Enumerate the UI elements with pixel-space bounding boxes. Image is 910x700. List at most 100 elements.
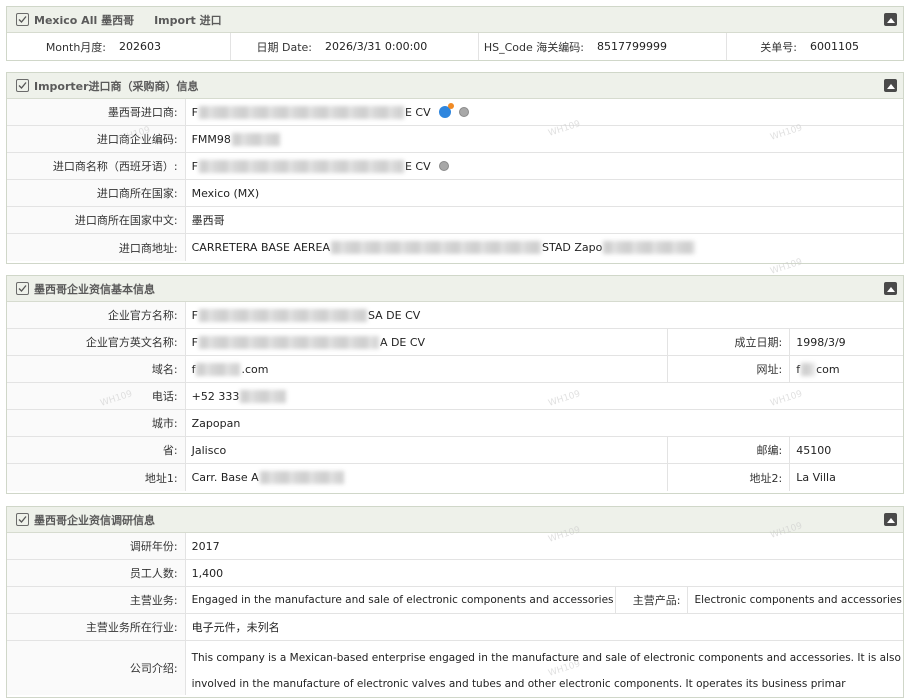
customs-no-value: 6001105: [810, 40, 859, 53]
importer-name-label: 墨西哥进口商:: [7, 99, 185, 125]
redacted-block: [801, 362, 816, 376]
redacted-block: [603, 241, 696, 254]
official-en-name-value: F A DE CV: [184, 329, 668, 355]
credit-research-panel: 墨西哥企业资信调研信息 调研年份: 2017 员工人数: 1,400 主营业务:…: [6, 506, 904, 698]
official-name-row: 企业官方名称: F SA DE CV: [7, 302, 903, 329]
date-value: 2026/3/31 0:00:00: [319, 33, 479, 60]
employees-value: 1,400: [184, 560, 903, 586]
importer-country-cn-row: 进口商所在国家中文: 墨西哥: [7, 207, 903, 234]
globe-icon[interactable]: [458, 107, 469, 117]
official-en-name-prefix: F: [191, 335, 198, 349]
redacted-block: [240, 389, 287, 403]
panel-title: Mexico All 墨西哥: [34, 13, 135, 27]
checklist-icon: [16, 79, 29, 92]
research-year-value: 2017: [184, 533, 903, 559]
panel-title: 墨西哥企业资信调研信息: [34, 513, 155, 527]
importer-country-value: Mexico (MX): [184, 180, 903, 206]
redacted-block: [198, 335, 379, 349]
company-intro-value: This company is a Mexican-based enterpri…: [184, 641, 903, 695]
date-label: 日期 Date:: [231, 33, 319, 60]
importer-country-label: 进口商所在国家:: [7, 180, 185, 206]
postcode-label: 邮编:: [667, 437, 790, 463]
customs-no-label: 关单号:: [727, 33, 804, 60]
website-label: 网址:: [667, 356, 790, 382]
official-name-value: F SA DE CV: [184, 302, 903, 328]
company-intro-label: 公司介绍:: [7, 641, 185, 695]
collapse-icon[interactable]: [884, 513, 897, 526]
credit-basic-panel-header: 墨西哥企业资信基本信息: [7, 276, 903, 302]
main-products-label: 主营产品:: [615, 587, 688, 613]
website-prefix: f: [796, 362, 801, 376]
official-en-name-label: 企业官方英文名称:: [7, 329, 185, 355]
month-label: Month月度:: [7, 33, 113, 60]
checklist-icon: [16, 13, 29, 26]
month-value: 202603: [113, 33, 231, 60]
official-en-name-suffix: A DE CV: [379, 335, 426, 349]
phone-label: 电话:: [7, 383, 185, 409]
city-row: 城市: Zapopan: [7, 410, 903, 437]
domain-label: 域名:: [7, 356, 185, 382]
credit-basic-panel: 墨西哥企业资信基本信息 企业官方名称: F SA DE CV 企业官方英文名称:…: [6, 275, 904, 494]
summary-row: Month月度: 202603 日期 Date: 2026/3/31 0:00:…: [7, 33, 903, 60]
address2-label: 地址2:: [667, 464, 790, 491]
redacted-block: [198, 308, 367, 322]
province-row: 省: Jalisco 邮编: 45100: [7, 437, 903, 464]
industry-label: 主营业务所在行业:: [7, 614, 185, 640]
globe-icon[interactable]: [438, 161, 449, 171]
province-label: 省:: [7, 437, 185, 463]
redacted-block: [331, 241, 542, 254]
website-suffix: com: [816, 362, 840, 376]
importer-name-value: F E CV: [184, 99, 903, 125]
main-business-value: Engaged in the manufacture and sale of e…: [184, 587, 616, 613]
address1-value: Carr. Base A: [184, 464, 668, 491]
redacted-block: [196, 362, 241, 376]
importer-name-prefix: F: [191, 105, 198, 119]
city-label: 城市:: [7, 410, 185, 436]
checklist-icon: [16, 282, 29, 295]
checklist-icon: [16, 513, 29, 526]
panel-subtitle: Import 进口: [154, 13, 222, 27]
hs-code-label: HS_Code 海关编码:: [479, 33, 591, 60]
contact-icon[interactable]: [438, 103, 454, 118]
main-products-value: Electronic components and accessories: [687, 587, 903, 613]
main-business-row: 主营业务: Engaged in the manufacture and sal…: [7, 587, 903, 614]
importer-address-middle: STAD Zapo: [542, 241, 603, 254]
importer-spanish-name-row: 进口商名称（西班牙语）: F E CV: [7, 153, 903, 180]
address2-value: La Villa: [789, 464, 903, 491]
phone-prefix: +52 333: [191, 389, 240, 403]
collapse-icon[interactable]: [884, 79, 897, 92]
employees-row: 员工人数: 1,400: [7, 560, 903, 587]
importer-spanish-name-suffix: E CV: [404, 159, 431, 173]
company-intro-row: 公司介绍: This company is a Mexican-based en…: [7, 641, 903, 695]
importer-panel: Importer进口商（采购商）信息 墨西哥进口商: F E CV 进口商企业编…: [6, 72, 904, 264]
importer-address-value: CARRETERA BASE AEREA STAD Zapo: [184, 234, 903, 261]
redacted-block: [198, 105, 404, 119]
collapse-icon[interactable]: [884, 282, 897, 295]
industry-value: 电子元件，未列名: [184, 614, 903, 640]
collapse-icon[interactable]: [884, 13, 897, 26]
established-date-label: 成立日期:: [667, 329, 790, 355]
address1-label: 地址1:: [7, 464, 185, 491]
importer-panel-header: Importer进口商（采购商）信息: [7, 73, 903, 99]
hs-code-value: 8517799999: [591, 33, 727, 60]
redacted-block: [198, 159, 404, 173]
main-business-label: 主营业务:: [7, 587, 185, 613]
phone-row: 电话: +52 333: [7, 383, 903, 410]
domain-prefix: f: [191, 362, 196, 376]
official-name-suffix: SA DE CV: [367, 308, 421, 322]
importer-country-row: 进口商所在国家: Mexico (MX): [7, 180, 903, 207]
postcode-value: 45100: [789, 437, 903, 463]
importer-spanish-name-value: F E CV: [184, 153, 903, 179]
address-row: 地址1: Carr. Base A 地址2: La Villa: [7, 464, 903, 491]
importer-country-cn-label: 进口商所在国家中文:: [7, 207, 185, 233]
domain-row: 域名: f .com 网址: f com: [7, 356, 903, 383]
redacted-block: [231, 132, 280, 146]
city-value: Zapopan: [184, 410, 903, 436]
phone-value: +52 333: [184, 383, 903, 409]
research-year-row: 调研年份: 2017: [7, 533, 903, 560]
website-value[interactable]: f com: [789, 356, 903, 382]
panel-title: 墨西哥企业资信基本信息: [34, 282, 155, 296]
credit-research-panel-header: 墨西哥企业资信调研信息: [7, 507, 903, 533]
address1-prefix: Carr. Base A: [191, 471, 259, 484]
established-date-value: 1998/3/9: [789, 329, 903, 355]
